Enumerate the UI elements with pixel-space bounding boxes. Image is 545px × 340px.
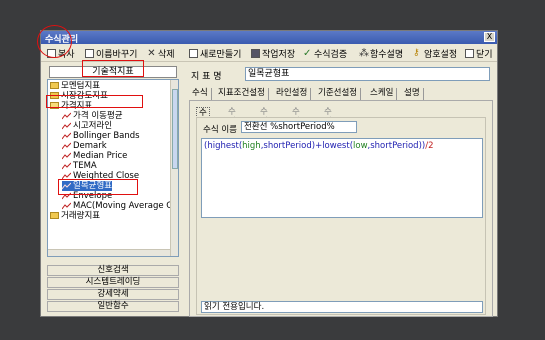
highlight-box-technical-tab	[82, 60, 144, 77]
password-button[interactable]: ⚷ 암호설정	[413, 46, 457, 60]
tree-item-bollinger[interactable]: Bollinger Bands	[62, 131, 140, 141]
indicator-name-label: 지 표 명	[191, 72, 222, 82]
formula-name-label: 수식 이름	[203, 125, 237, 135]
indicator-icon	[62, 202, 71, 209]
rename-icon	[85, 48, 94, 58]
tree-folder-momentum[interactable]: 모멘텀지표	[50, 81, 100, 91]
close-label: 닫기	[476, 49, 493, 60]
tree-label: 가격 이동평균	[73, 111, 123, 121]
new-label: 새로만들기	[200, 49, 242, 60]
tree-label: Bollinger Bands	[73, 131, 140, 141]
function-help-label: 함수설명	[370, 49, 404, 60]
key-icon: ⚷	[413, 47, 420, 58]
delete-label: 삭제	[158, 49, 175, 60]
tab-strip: 수식 지표조건설정 라인설정 기준선설정 스케일 설명	[187, 88, 495, 100]
system-trading-button[interactable]: 시스템트레이딩	[47, 277, 179, 288]
new-button[interactable]: 새로만들기	[189, 46, 241, 60]
title-bar[interactable]: 수식관리 X	[41, 31, 497, 45]
tree-label: 거래량지표	[61, 211, 101, 221]
indicator-icon	[62, 162, 71, 169]
tree-item-tema[interactable]: TEMA	[62, 161, 97, 171]
tree-item-high-low-line[interactable]: 시고저라인	[62, 121, 112, 131]
function-help-icon: ⁂	[359, 47, 369, 59]
indicator-icon	[62, 152, 71, 159]
formula-token: ,shortPeriod))	[367, 141, 426, 151]
status-message: 읽기 전용입니다.	[201, 301, 483, 313]
delete-button[interactable]: ✕ 삭제	[147, 46, 175, 60]
formula-token: high	[242, 141, 261, 151]
right-panel: 지 표 명 일목균형표 수식 지표조건설정 라인설정 기준선설정 스케일 설명 …	[187, 64, 495, 317]
tab-description[interactable]: 설명	[401, 88, 424, 100]
indicator-icon	[62, 132, 71, 139]
highlight-circle-copy	[37, 25, 72, 58]
tree-label: 모멘텀지표	[61, 81, 101, 91]
formula-editor-panel: 수식 이름 전환선 %shortPeriod% (highest(high,sh…	[196, 117, 486, 315]
verify-button[interactable]: ✓ 수식검증	[303, 46, 347, 60]
tree-vertical-scrollbar[interactable]	[170, 80, 178, 256]
indicator-icon	[62, 122, 71, 129]
tab-line-setting[interactable]: 라인설정	[273, 88, 312, 100]
tree-item-mac[interactable]: MAC(Moving Average C	[62, 201, 172, 211]
bull-bear-button[interactable]: 강세약세	[47, 289, 179, 300]
new-icon	[189, 48, 198, 58]
highlight-box-ichimoku	[58, 179, 138, 195]
scrollbar-thumb[interactable]	[172, 89, 178, 169]
tree-horizontal-scrollbar[interactable]	[48, 249, 170, 256]
rename-label: 이름바꾸기	[96, 49, 138, 60]
tab-baseline-setting[interactable]: 기준선설정	[315, 88, 362, 100]
tree-label: 시고저라인	[73, 121, 113, 131]
indicator-icon	[62, 112, 71, 119]
save-icon	[251, 48, 260, 58]
tree-label: TEMA	[73, 161, 97, 171]
general-function-button[interactable]: 일반함수	[47, 301, 179, 312]
rename-button[interactable]: 이름바꾸기	[85, 46, 137, 60]
formula-editor[interactable]: (highest(high,shortPeriod)+lowest(low,sh…	[201, 138, 483, 218]
tree-label: MAC(Moving Average C	[73, 201, 173, 211]
highlight-box-price-folder	[46, 95, 143, 108]
formula-token: (highest(	[204, 141, 243, 151]
tree-item-price-ma[interactable]: 가격 이동평균	[62, 111, 123, 121]
check-icon: ✓	[303, 47, 312, 59]
indicator-icon	[62, 142, 71, 149]
delete-icon: ✕	[147, 47, 156, 59]
folder-icon	[50, 82, 59, 89]
window-close-button[interactable]: X	[484, 32, 495, 42]
formula-token: low	[353, 141, 368, 151]
close-icon	[465, 48, 474, 58]
tree-item-median-price[interactable]: Median Price	[62, 151, 127, 161]
save-label: 작업저장	[262, 49, 296, 60]
formula-token: /2	[425, 141, 434, 151]
formula-name-field[interactable]: 전환선 %shortPeriod%	[241, 121, 357, 133]
tree-label: Median Price	[73, 151, 128, 161]
indicator-name-field[interactable]: 일목균형표	[245, 67, 490, 81]
formula-tab-content: 수식 1 수식 2 수식 3 수식 4 수식 5 수식 이름 전환선 %shor…	[189, 100, 493, 317]
formula-token: ,shortPeriod)+lowest(	[260, 141, 354, 151]
tree-label: Demark	[73, 141, 107, 151]
tree-item-demark[interactable]: Demark	[62, 141, 107, 151]
tab-formula[interactable]: 수식	[189, 88, 212, 100]
function-help-button[interactable]: ⁂ 함수설명	[359, 46, 403, 60]
verify-label: 수식검증	[314, 49, 348, 60]
save-button[interactable]: 작업저장	[251, 46, 295, 60]
tab-indicator-condition[interactable]: 지표조건설정	[215, 88, 269, 100]
signal-search-button[interactable]: 신호검색	[47, 265, 179, 276]
tree-folder-volume[interactable]: 거래량지표	[50, 211, 100, 221]
tab-scale[interactable]: 스케일	[367, 88, 398, 100]
close-button[interactable]: 닫기	[465, 46, 493, 60]
password-label: 암호설정	[424, 49, 458, 60]
folder-icon	[50, 212, 59, 219]
